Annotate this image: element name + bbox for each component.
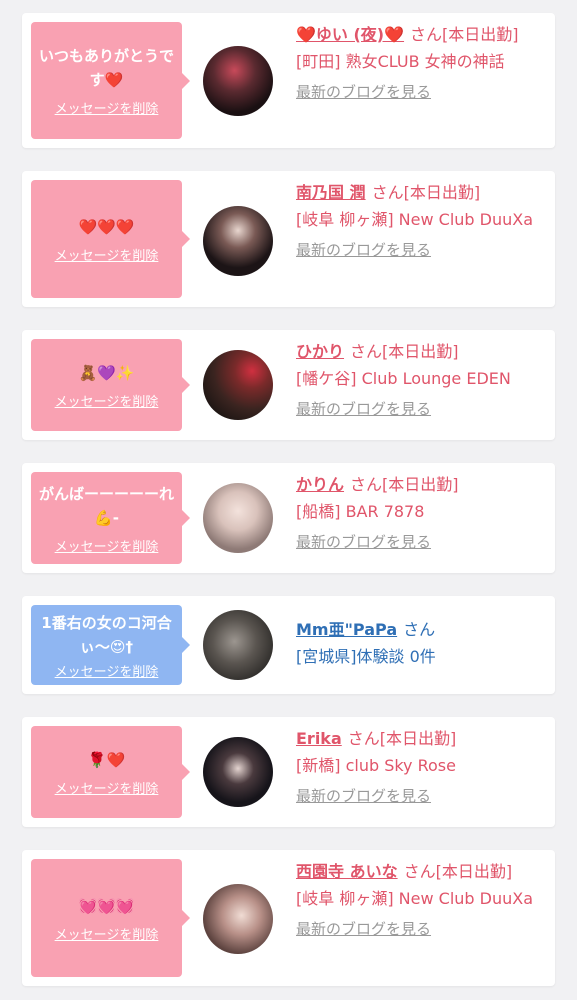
message-card: ❤️❤️❤️ メッセージを削除 南乃国 潤さん[本日出勤] [岐阜 柳ヶ瀬] N… [22, 171, 555, 307]
delete-message-link[interactable]: メッセージを削除 [55, 391, 159, 410]
delete-message-link[interactable]: メッセージを削除 [55, 98, 159, 117]
user-suffix: さん[本日出勤] [371, 183, 481, 202]
delete-message-link[interactable]: メッセージを削除 [55, 924, 159, 943]
avatar[interactable] [203, 610, 273, 680]
message-text: がんばーーーーーれ💪- [38, 484, 174, 527]
message-bubble: 🧸💜✨ メッセージを削除 [31, 339, 190, 431]
user-suffix: さん[本日出勤] [347, 729, 457, 748]
blog-link[interactable]: 最新のブログを見る [296, 396, 547, 423]
message-text: 💓💓💓 [78, 896, 135, 915]
message-card: いつもありがとうです❤️ メッセージを削除 ❤️ゆい (夜)❤️ さん[本日出勤]… [22, 13, 555, 148]
blog-link[interactable]: 最新のブログを見る [296, 916, 547, 943]
blog-link[interactable]: 最新のブログを見る [296, 79, 547, 106]
avatar[interactable] [203, 46, 273, 116]
message-card: がんばーーーーーれ💪- メッセージを削除 かりん さん[本日出勤] [船橋] BA… [22, 463, 555, 573]
user-suffix: さん[本日出勤] [403, 862, 513, 881]
shop-label: [宮城県]体験談 0件 [296, 647, 436, 666]
avatar[interactable] [203, 737, 273, 807]
user-suffix: さん [403, 620, 436, 639]
user-name-link[interactable]: Erika [296, 729, 342, 748]
message-text: 🧸💜✨ [78, 363, 135, 382]
blog-link[interactable]: 最新のブログを見る [296, 783, 547, 810]
user-name-link[interactable]: ひかり [296, 342, 344, 361]
shop-label: [町田] 熟女CLUB 女神の神話 [296, 52, 505, 71]
user-suffix: さん[本日出勤] [410, 25, 519, 44]
shop-label: [幡ケ谷] Club Lounge EDEN [296, 369, 511, 388]
avatar[interactable] [203, 350, 273, 420]
shop-label: [新橋] club Sky Rose [296, 756, 456, 775]
user-name-link[interactable]: ❤️ゆい (夜)❤️ [296, 25, 404, 44]
delete-message-link[interactable]: メッセージを削除 [55, 536, 159, 555]
user-name-link[interactable]: 西園寺 あいな [296, 862, 398, 881]
message-bubble: がんばーーーーーれ💪- メッセージを削除 [31, 472, 190, 564]
blog-link[interactable]: 最新のブログを見る [296, 529, 547, 556]
shop-label: [岐阜 柳ヶ瀬] New Club DuuXa [296, 889, 534, 908]
shop-label: [船橋] BAR 7878 [296, 502, 425, 521]
shop-label: [岐阜 柳ヶ瀬] New Club DuuXa [296, 210, 534, 229]
message-bubble: 🌹❤️ メッセージを削除 [31, 726, 190, 818]
delete-message-link[interactable]: メッセージを削除 [55, 245, 159, 264]
delete-message-link[interactable]: メッセージを削除 [55, 661, 159, 680]
message-text: ❤️❤️❤️ [78, 217, 135, 236]
user-name-link[interactable]: かりん [296, 475, 344, 494]
message-card: 1番右の女のコ河合ぃ〜😍† メッセージを削除 Mm亜"PaPa さん [宮城県]体… [22, 596, 555, 694]
avatar[interactable] [203, 884, 273, 954]
user-name-link[interactable]: Mm亜"PaPa [296, 620, 397, 639]
message-text: 1番右の女のコ河合ぃ〜😍† [41, 613, 172, 656]
user-suffix: さん[本日出勤] [350, 475, 459, 494]
message-bubble: いつもありがとうです❤️ メッセージを削除 [31, 22, 190, 139]
user-suffix: さん[本日出勤] [350, 342, 459, 361]
message-bubble: 💓💓💓 メッセージを削除 [31, 859, 190, 977]
message-bubble: ❤️❤️❤️ メッセージを削除 [31, 180, 190, 298]
message-text: いつもありがとうです❤️ [38, 47, 174, 89]
message-text: 🌹❤️ [87, 750, 126, 769]
blog-link[interactable]: 最新のブログを見る [296, 237, 547, 264]
avatar[interactable] [203, 206, 273, 276]
message-card: 🧸💜✨ メッセージを削除 ひかり さん[本日出勤] [幡ケ谷] Club Loun… [22, 330, 555, 440]
message-card: 🌹❤️ メッセージを削除 Erika さん[本日出勤] [新橋] club Sky… [22, 717, 555, 827]
message-bubble: 1番右の女のコ河合ぃ〜😍† メッセージを削除 [31, 605, 190, 685]
message-card: 💓💓💓 メッセージを削除 西園寺 あいな さん[本日出勤] [岐阜 柳ヶ瀬] Ne… [22, 850, 555, 986]
avatar[interactable] [203, 483, 273, 553]
delete-message-link[interactable]: メッセージを削除 [55, 778, 159, 797]
user-name-link[interactable]: 南乃国 潤 [296, 183, 366, 202]
